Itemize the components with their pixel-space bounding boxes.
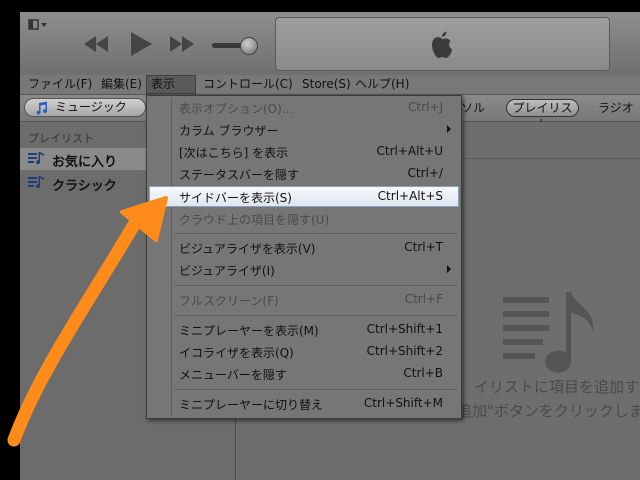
menu-item-label: イコライザを表示(Q) [179,346,294,360]
menu-item-shortcut: Ctrl+Alt+S [377,189,443,203]
menu-item-shortcut: Ctrl+Shift+1 [366,322,443,336]
menu-bar: ファイル(F) 編集(E) 表示(V) コントロール(C) Store(S) ヘ… [20,75,640,108]
menu-item-hide-cloud-items[interactable]: クラウド上の項目を隠す(U) [149,208,459,229]
menu-item-label: ミニプレーヤーに切り替え [179,398,324,412]
menu-edit[interactable]: 編集(E) [97,75,146,94]
menu-item-shortcut: Ctrl+Shift+M [363,396,443,410]
menu-item-show-equalizer[interactable]: イコライザを表示(Q) Ctrl+Shift+2 [149,341,459,362]
menu-item-hide-status-bar[interactable]: ステータスバーを隠す Ctrl+/ [149,163,459,184]
menu-item-column-browser[interactable]: カラム ブラウザー [149,119,459,140]
player-bar [20,12,640,75]
tab-playlist[interactable]: プレイリスト [506,99,579,131]
menu-help[interactable]: ヘルプ(H) [351,75,413,94]
apple-logo-icon [432,31,452,58]
menu-item-switch-to-miniplayer[interactable]: ミニプレーヤーに切り替え Ctrl+Shift+M [149,393,459,414]
playlist-placeholder-icon [503,292,594,373]
menu-controls[interactable]: コントロール(C) [199,75,297,94]
menu-separator [175,389,457,390]
menu-item-label: [次はこちら] を表示 [179,146,289,160]
previous-icon[interactable] [82,30,110,58]
tab-radio[interactable]: ラジオ [598,95,634,121]
menu-item-hide-menu-bar[interactable]: メニューバーを隠す Ctrl+B [149,363,459,384]
menu-item-shortcut: Ctrl+J [408,100,443,114]
menu-item-label: ビジュアライザ(I) [179,264,275,278]
menu-item-show-miniplayer[interactable]: ミニプレーヤーを表示(M) Ctrl+Shift+1 [149,319,459,340]
playlist-icon [28,152,44,165]
menu-item-shortcut: Ctrl+T [404,240,443,254]
menu-separator [175,233,457,234]
status-display [275,17,610,71]
menu-item-label: フルスクリーン(F) [179,294,279,308]
menu-view[interactable]: 表示(V) [146,75,196,108]
volume-knob[interactable] [240,37,258,55]
menu-item-label: ビジュアライザを表示(V) [179,242,316,256]
menu-item-label: クラウド上の項目を隠す(U) [179,213,330,227]
sidebar-item-label: お気に入り [52,155,118,170]
menu-item-shortcut: Ctrl+Shift+2 [366,344,443,358]
source-label: ミュージック [55,100,127,114]
menu-item-label: カラム ブラウザー [179,124,279,138]
play-icon[interactable] [126,30,154,58]
next-icon[interactable] [168,30,196,58]
menu-item-label: ミニプレーヤーを表示(M) [179,324,319,338]
menu-item-fullscreen[interactable]: フルスクリーン(F) Ctrl+F [149,289,459,310]
source-selector[interactable]: ミュージック [24,98,146,117]
menu-item-label: ステータスバーを隠す [179,168,300,182]
menu-item-label: メニューバーを隠す [179,368,287,382]
menu-item-shortcut: Ctrl+F [404,292,443,306]
menu-separator [175,315,457,316]
playlist-icon [28,176,44,189]
sidebar-heading: プレイリスト [28,132,94,145]
menu-item-show-sidebar[interactable]: サイドバーを表示(S) Ctrl+Alt+S [149,186,459,207]
menu-item-shortcut: Ctrl+B [403,366,443,380]
menu-item-view-options[interactable]: 表示オプション(O)... Ctrl+J [149,97,459,118]
menu-item-shortcut: Ctrl+/ [407,166,443,180]
menu-item-visualizer[interactable]: ビジュアライザ(I) [149,259,459,280]
submenu-arrow-icon [447,125,451,133]
submenu-arrow-icon [447,265,451,273]
empty-state-line2: 追加"ボタンをクリックしま [457,402,640,420]
view-menu-dropdown: 表示オプション(O)... Ctrl+J カラム ブラウザー [次はこちら] を… [146,95,462,419]
menu-item-show-up-next[interactable]: [次はこちら] を表示 Ctrl+Alt+U [149,141,459,162]
music-note-icon [36,101,48,115]
menu-file[interactable]: ファイル(F) [24,75,96,94]
menu-item-label: 表示オプション(O)... [179,102,294,116]
menu-item-shortcut: Ctrl+Alt+U [376,144,444,158]
tab-partial[interactable]: ソル [461,95,485,121]
menu-separator [175,285,457,286]
sidebar-item-label: クラシック [52,179,117,194]
empty-state-line1: イリストに項目を追加す [474,378,640,396]
menu-item-show-visualizer[interactable]: ビジュアライザを表示(V) Ctrl+T [149,237,459,258]
menu-item-label: サイドバーを表示(S) [179,191,292,205]
app-menu-icon[interactable] [28,18,50,32]
menu-store[interactable]: Store(S) [298,75,355,94]
